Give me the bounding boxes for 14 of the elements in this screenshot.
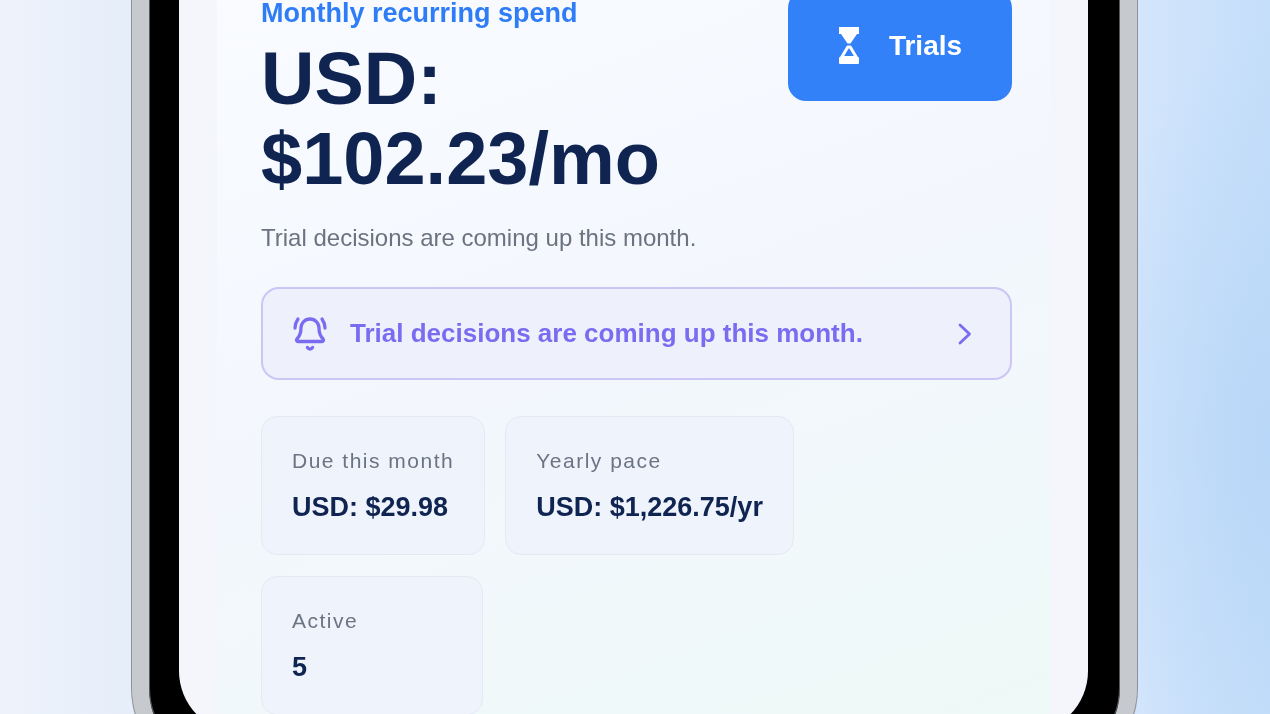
alert-banner[interactable]: Trial decisions are coming up this month. bbox=[261, 287, 1012, 380]
stat-label: Due this month bbox=[292, 448, 455, 474]
stat-value: 5 bbox=[292, 651, 309, 684]
bell-icon bbox=[292, 315, 328, 352]
hourglass-icon bbox=[837, 27, 860, 64]
stat-value: USD: $1,226.75/yr bbox=[536, 491, 763, 524]
stat-label: Active bbox=[292, 608, 360, 634]
stat-value: USD: $29.98 bbox=[292, 491, 450, 524]
section-title: Monthly recurring spend bbox=[261, 0, 579, 30]
chevron-right-icon bbox=[958, 322, 972, 345]
stat-label: Yearly pace bbox=[536, 448, 663, 474]
trials-button[interactable]: Trials bbox=[788, 0, 1012, 101]
subtitle-text: Trial decisions are coming up this month. bbox=[261, 224, 698, 252]
amount-heading: USD: $102.23/mo bbox=[261, 39, 662, 199]
